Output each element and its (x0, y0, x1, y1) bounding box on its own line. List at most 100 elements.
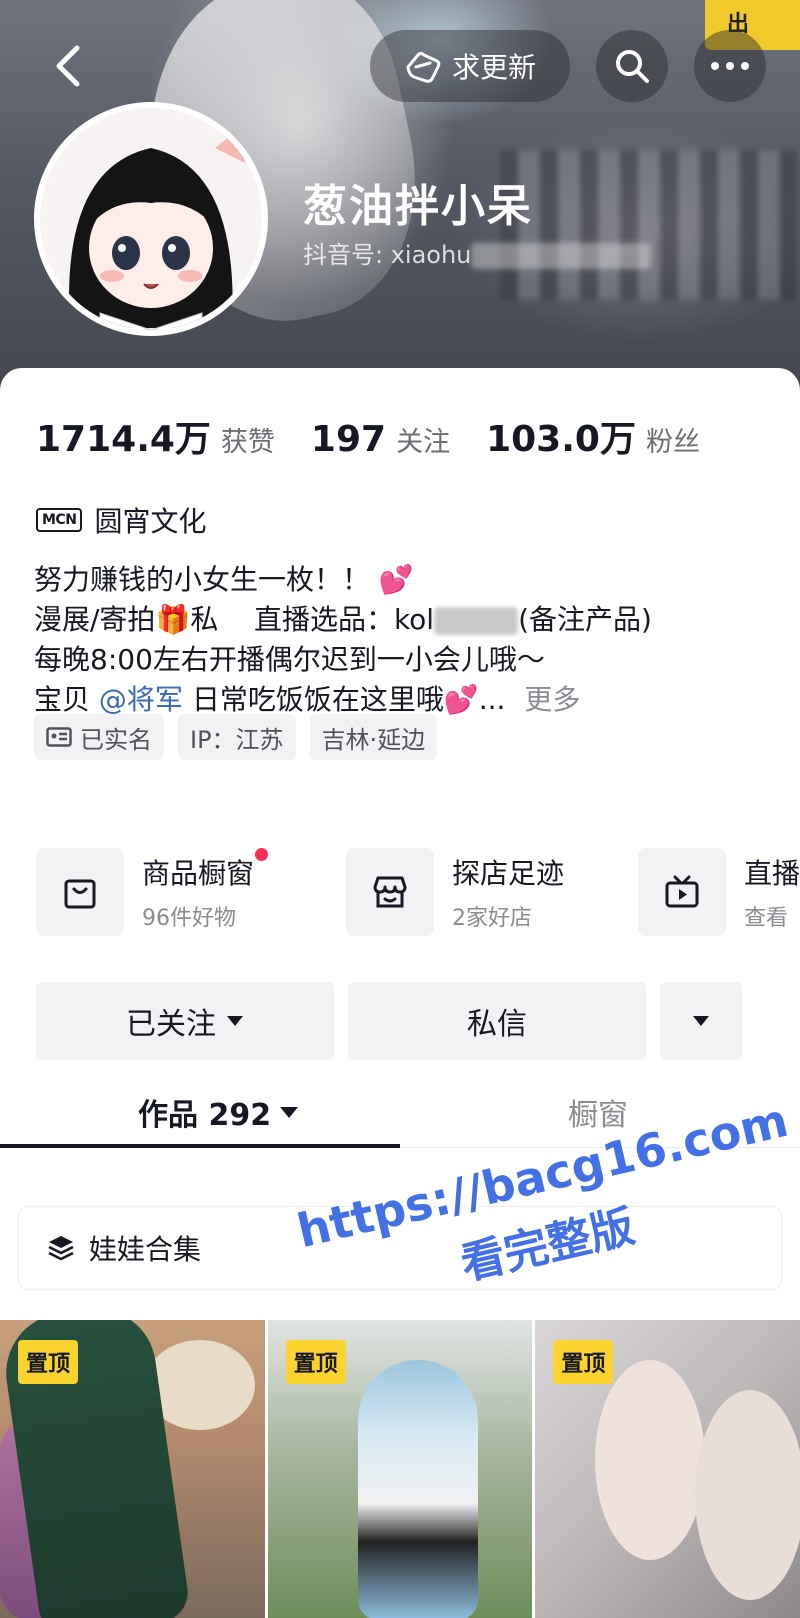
tab-active-indicator (0, 1144, 400, 1148)
stat-followers-value: 103.0万 (486, 419, 636, 460)
more-options-button[interactable] (694, 30, 766, 102)
service-live-sub: 查看 (744, 906, 789, 931)
shopping-bag-icon (64, 879, 96, 909)
pinned-badge: 置顶 (18, 1340, 79, 1384)
mention-link[interactable]: @将军 (99, 683, 183, 716)
caret-down-icon-3 (280, 1106, 299, 1118)
tab-shop-window-label: 橱窗 (568, 1098, 628, 1133)
followed-label: 已关注 (126, 1007, 216, 1042)
profile-tags: 已实名 IP：江苏 吉林·延边 (34, 714, 438, 760)
anime-avatar-icon (40, 108, 262, 330)
stat-following-label: 关注 (396, 427, 451, 458)
thumbnail-cosplayer (357, 1360, 478, 1618)
tag-verified-label: 已实名 (80, 725, 152, 754)
stat-likes-value: 1714.4万 (36, 419, 211, 460)
bio-line-2-text-a: 漫展/寄拍 (34, 603, 156, 636)
pinned-badge: 置顶 (285, 1340, 346, 1384)
chevron-left-icon (56, 45, 80, 87)
caret-down-icon (227, 1016, 243, 1026)
bio-line-1: 努力赚钱的小女生一枚！！ 💕 (34, 560, 652, 600)
service-store-visits[interactable]: 探店足迹 2家好店 (346, 848, 564, 936)
back-button[interactable] (40, 30, 96, 102)
video-thumbnail[interactable]: 置顶 (267, 1320, 533, 1618)
tab-works-label: 作品 292 (138, 1098, 272, 1133)
bio-line-2: 漫展/寄拍🎁私 直播选品：kol (备注产品) (34, 600, 652, 640)
tab-shop-window[interactable]: 橱窗 (568, 1090, 628, 1134)
profile-card: 1714.4万 获赞 197 关注 103.0万 粉丝 MCN 圆宵文化 努力赚… (0, 368, 800, 1618)
bio-line-4-text-a: 宝贝 (34, 683, 91, 716)
service-shop-window[interactable]: 商品橱窗 96件好物 (36, 848, 269, 936)
bio-more-link[interactable]: 更多 (524, 683, 580, 716)
bio-line-2-text-d: (备注产品) (518, 603, 652, 636)
tv-icon (665, 875, 699, 908)
tag-verified[interactable]: 已实名 (34, 714, 164, 760)
tag-ip-label: IP：江苏 (190, 725, 284, 754)
heart-emoji-icon-2: 💕 (443, 683, 479, 716)
bio-line-1-text: 努力赚钱的小女生一枚！！ (34, 563, 371, 596)
service-live-title: 直播 (744, 857, 800, 890)
message-label: 私信 (467, 1007, 527, 1042)
avatar[interactable] (34, 102, 268, 336)
video-thumbnail[interactable]: 置顶 (0, 1320, 265, 1618)
hand-wave-icon (406, 52, 441, 83)
services-row: 商品橱窗 96件好物 探店足迹 2家好店 直播 查看 (36, 848, 800, 938)
action-buttons: 已关注 私信 (36, 982, 742, 1060)
thumbnail-face-left (595, 1360, 706, 1560)
thumbnail-face-right (695, 1390, 800, 1600)
notification-dot (255, 848, 269, 861)
douyin-id[interactable]: 抖音号: xiaohu (303, 235, 652, 270)
collection-label: 娃娃合集 (89, 1233, 202, 1266)
bio-line-2-text-b: 私 (190, 603, 219, 636)
more-dots-icon (711, 62, 749, 70)
request-update-label: 求更新 (451, 51, 536, 84)
stats-row: 1714.4万 获赞 197 关注 103.0万 粉丝 (36, 410, 736, 462)
service-store-text: 探店足迹 2家好店 (452, 852, 564, 932)
mcn-agency[interactable]: MCN 圆宵文化 (36, 500, 206, 540)
mcn-badge-icon: MCN (36, 508, 83, 532)
tab-works[interactable]: 作品 292 (138, 1090, 299, 1134)
service-live-text: 直播 查看 (744, 852, 800, 932)
stat-followers-label: 粉丝 (645, 427, 700, 458)
stat-likes[interactable]: 1714.4万 获赞 (36, 410, 275, 462)
video-grid: 置顶 置顶 置顶 (0, 1320, 800, 1618)
service-live-icon-box (638, 848, 726, 936)
bio-line-2-text-c: 直播选品：kol (253, 603, 435, 636)
mcn-name: 圆宵文化 (94, 505, 207, 538)
video-thumbnail[interactable]: 置顶 (535, 1320, 800, 1618)
douyin-id-text: 抖音号: xiaohu (303, 241, 472, 269)
tag-location[interactable]: 吉林·延边 (309, 714, 438, 760)
douyin-id-redacted (471, 243, 652, 269)
id-card-icon (46, 727, 72, 747)
search-icon (616, 50, 649, 83)
layers-icon (48, 1236, 74, 1261)
store-icon (373, 876, 407, 908)
service-shop-icon-box (36, 848, 124, 936)
bio-line-3: 每晚8:00左右开播偶尔迟到一小会儿哦～ (34, 640, 652, 680)
more-actions-button[interactable] (660, 982, 742, 1060)
tag-ip: IP：江苏 (178, 714, 296, 760)
service-live[interactable]: 直播 查看 (638, 848, 800, 936)
stat-likes-label: 获赞 (220, 427, 275, 458)
message-button[interactable]: 私信 (348, 982, 646, 1060)
service-store-sub: 2家好店 (452, 906, 532, 931)
request-update-button[interactable]: 求更新 (370, 30, 570, 102)
bio-redacted (434, 607, 519, 635)
caret-down-icon-2 (693, 1016, 709, 1026)
service-shop-text: 商品橱窗 96件好物 (142, 848, 269, 932)
service-store-title: 探店足迹 (452, 857, 565, 890)
followed-button[interactable]: 已关注 (36, 982, 334, 1060)
stat-following[interactable]: 197 关注 (311, 419, 450, 460)
tag-location-label: 吉林·延边 (321, 725, 426, 754)
stat-following-value: 197 (310, 419, 387, 460)
bio-line-4-text-b: 日常吃饭饭在这里哦 (191, 683, 444, 716)
service-store-icon-box (346, 848, 434, 936)
service-shop-title-text: 商品橱窗 (142, 857, 255, 890)
gift-emoji-icon: 🎁 (155, 603, 191, 636)
pinned-badge: 置顶 (553, 1340, 614, 1384)
cover-crowd (500, 150, 800, 300)
search-button[interactable] (596, 30, 668, 102)
stat-followers[interactable]: 103.0万 粉丝 (486, 410, 700, 462)
bio-line-3-text: 每晚8:00左右开播偶尔迟到一小会儿哦～ (34, 643, 545, 676)
bio: 努力赚钱的小女生一枚！！ 💕 漫展/寄拍🎁私 直播选品：kol (备注产品) 每晚… (34, 560, 652, 720)
service-shop-sub: 96件好物 (142, 906, 236, 931)
